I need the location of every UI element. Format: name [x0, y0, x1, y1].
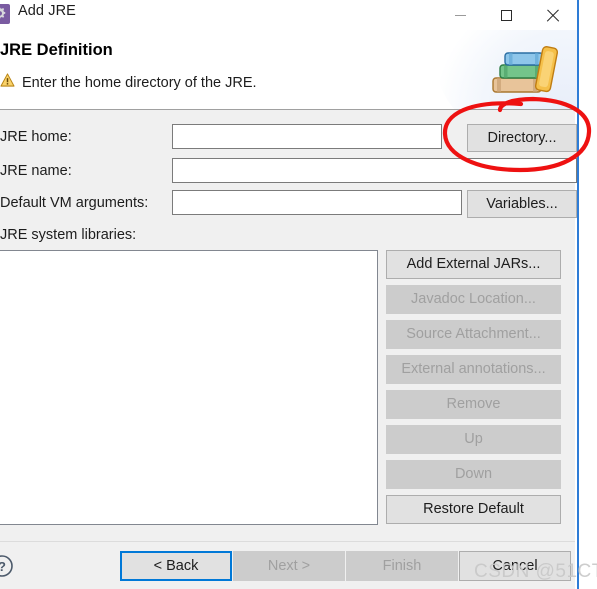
jre-name-input[interactable]	[172, 158, 577, 183]
jre-name-row: JRE name:	[0, 158, 72, 184]
nav-button-next: Next >	[233, 551, 345, 581]
banner-message: Enter the home directory of the JRE.	[22, 74, 257, 91]
side-button-up: Up	[386, 425, 561, 454]
add-jre-dialog-window: Add JRE JRE Definition Enter the home di…	[0, 0, 579, 589]
libraries-label-row: JRE system libraries:	[0, 222, 136, 248]
books-stack-icon	[483, 38, 559, 102]
side-button-javadoc-location: Javadoc Location...	[386, 285, 561, 314]
vm-args-label: Default VM arguments:	[0, 195, 149, 211]
banner-message-row: Enter the home directory of the JRE.	[0, 73, 257, 92]
jre-system-libraries-label: JRE system libraries:	[0, 227, 137, 243]
window-controls	[437, 0, 575, 30]
jre-name-label: JRE name:	[0, 163, 72, 179]
warning-icon	[0, 73, 15, 92]
jre-gear-icon	[0, 4, 10, 24]
side-button-restore-default[interactable]: Restore Default	[386, 495, 561, 524]
vm-args-input[interactable]	[172, 190, 462, 215]
side-button-add-external-jars[interactable]: Add External JARs...	[386, 250, 561, 279]
wizard-banner: JRE Definition Enter the home directory …	[0, 30, 577, 110]
help-question-icon[interactable]: ?	[0, 554, 14, 578]
page-title: JRE Definition	[0, 41, 113, 59]
maximize-icon[interactable]	[483, 0, 529, 30]
window-title: Add JRE	[18, 3, 76, 19]
side-button-source-attachment: Source Attachment...	[386, 320, 561, 349]
close-icon[interactable]	[529, 0, 575, 30]
screenshot-root: Add JRE JRE Definition Enter the home di…	[0, 0, 597, 589]
vm-args-row: Default VM arguments:	[0, 190, 148, 216]
dialog-footer: ? < BackNext >FinishCancel	[0, 541, 575, 589]
jre-home-row: JRE home:	[0, 124, 72, 150]
nav-button-back[interactable]: < Back	[120, 551, 232, 581]
minimize-icon[interactable]	[437, 0, 483, 30]
side-button-remove: Remove	[386, 390, 561, 419]
nav-button-cancel[interactable]: Cancel	[459, 551, 571, 581]
nav-button-finish: Finish	[346, 551, 458, 581]
title-bar: Add JRE	[0, 0, 577, 30]
side-button-down: Down	[386, 460, 561, 489]
svg-text:?: ?	[0, 559, 6, 574]
dialog-body: JRE home: Directory... JRE name: Default…	[0, 110, 577, 541]
jre-home-label: JRE home:	[0, 129, 72, 145]
jre-home-input[interactable]	[172, 124, 442, 149]
jre-system-libraries-list[interactable]	[0, 250, 378, 525]
directory-button[interactable]: Directory...	[467, 124, 577, 152]
variables-button[interactable]: Variables...	[467, 190, 577, 218]
side-button-external-annotations: External annotations...	[386, 355, 561, 384]
